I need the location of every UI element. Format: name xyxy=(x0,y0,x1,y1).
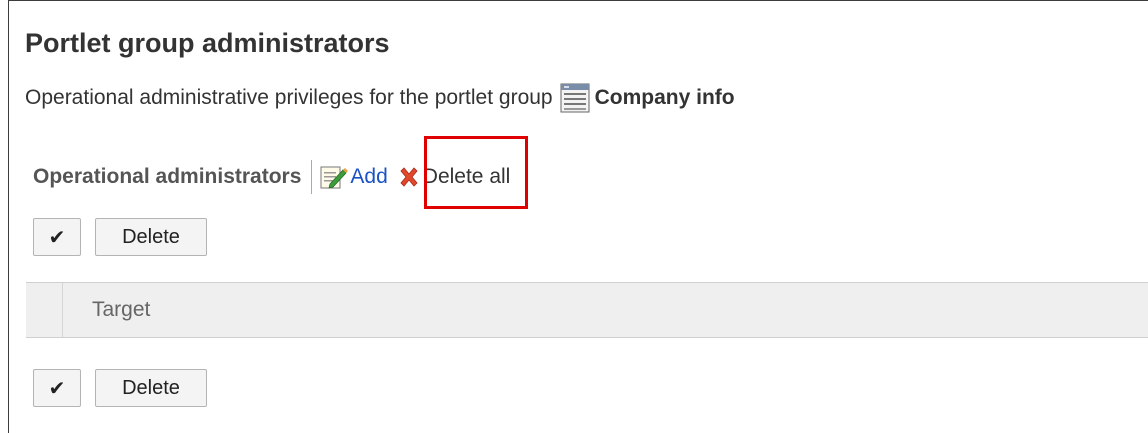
portlet-group-name: Company info xyxy=(594,86,735,109)
description-text: Operational administrative privileges fo… xyxy=(25,86,553,109)
operational-admins-label: Operational administrators xyxy=(33,165,302,188)
select-all-checkbox-button[interactable]: ✔ xyxy=(33,218,81,256)
page-title: Portlet group administrators xyxy=(25,28,390,58)
add-administrator-link[interactable]: Add xyxy=(318,164,388,190)
select-all-checkbox-button-bottom[interactable]: ✔ xyxy=(33,369,81,407)
divider xyxy=(311,160,313,194)
add-link-highlight-box xyxy=(424,136,528,209)
table-header-check-column xyxy=(26,283,63,337)
delete-button-top[interactable]: Delete xyxy=(95,218,207,256)
edit-pencil-icon xyxy=(318,164,349,190)
delete-button-bottom[interactable]: Delete xyxy=(95,369,207,407)
red-x-icon xyxy=(398,166,420,188)
page-description: Operational administrative privileges fo… xyxy=(25,83,735,113)
table-header: Target xyxy=(26,282,1148,338)
portlet-group-icon xyxy=(560,83,590,113)
add-link-label: Add xyxy=(350,165,388,188)
table-header-target: Target xyxy=(92,298,151,321)
